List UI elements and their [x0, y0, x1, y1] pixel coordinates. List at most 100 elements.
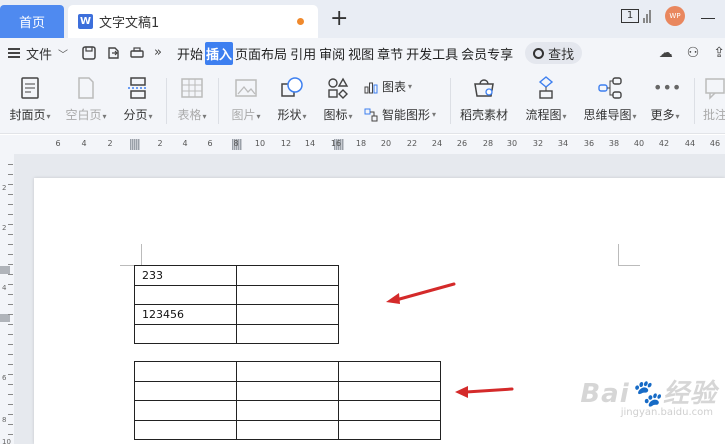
table-cell[interactable] — [134, 361, 237, 382]
cloud-icon[interactable]: ☁ — [659, 45, 673, 61]
table-cell[interactable] — [236, 284, 339, 305]
horizontal-ruler[interactable]: 6 4 2 2 4 6 8 10 12 14 16 18 20 22 24 26 28 30 32 34 36 38 40 4… — [0, 135, 725, 154]
table-cell[interactable] — [338, 361, 441, 382]
table-row — [134, 284, 339, 305]
menu-tab[interactable]: 会员专享 — [460, 42, 514, 65]
menu-tab[interactable]: 视图 — [347, 42, 375, 65]
table-cell[interactable] — [236, 265, 339, 286]
vertical-ruler[interactable]: 2 2 4 6 8 10 — [0, 154, 14, 444]
ruler-tick: 36 — [583, 139, 595, 148]
icon-button[interactable]: 图标▾ — [318, 68, 358, 134]
table-row — [134, 380, 441, 401]
tab-home[interactable]: 首页 — [0, 5, 64, 38]
share-user-icon[interactable]: ⚇ — [687, 45, 700, 61]
search-label: 查找 — [548, 47, 575, 63]
page-break-button[interactable]: 分页▾ — [118, 68, 158, 134]
blank-page-icon — [78, 77, 94, 99]
file-menu-label: 文件 — [26, 47, 53, 63]
annotate-label: 批注 — [702, 108, 725, 122]
baidu-watermark: Bai🐾经验 jingyan.baidu.com — [580, 373, 717, 418]
table-cell[interactable] — [236, 361, 339, 382]
table-cell[interactable] — [134, 323, 237, 344]
watermark-brand-cn: 经验 — [662, 379, 717, 409]
share-icon[interactable]: ⇪ — [713, 45, 725, 61]
more-chevron-icon[interactable]: » — [154, 46, 168, 60]
chart-button[interactable]: 图表 ▾ — [364, 78, 412, 95]
table-cell[interactable] — [338, 380, 441, 401]
vruler-line — [8, 354, 13, 355]
new-tab-button[interactable]: + — [330, 6, 348, 32]
table-cell[interactable] — [134, 400, 237, 421]
menu-tabs: 开始 插入 页面布局 引用 审阅 视图 章节 开发工具 会员专享 — [176, 41, 515, 65]
menu-tab[interactable]: 插入 — [205, 41, 234, 65]
annotate-button[interactable]: 批注 — [700, 68, 725, 134]
vruler-line — [8, 194, 13, 195]
paw-icon: 🐾 — [629, 379, 663, 409]
ruler-tick: 14 — [304, 139, 316, 148]
blank-page-button[interactable]: 空白页▾ — [62, 68, 110, 134]
search-button[interactable]: 查找 — [525, 42, 583, 64]
menu-tab[interactable]: 章节 — [376, 42, 404, 65]
table-cell[interactable] — [236, 304, 339, 325]
table-cell[interactable]: 123456 — [134, 304, 237, 325]
document-table-1[interactable]: 233 123456 — [134, 265, 339, 344]
table-cell[interactable]: 233 — [134, 265, 237, 286]
table-cell[interactable] — [236, 400, 339, 421]
avatar[interactable]: WP — [665, 6, 685, 26]
cover-page-icon — [21, 77, 39, 99]
watermark-url: jingyan.baidu.com — [620, 407, 713, 418]
vruler-line — [8, 264, 13, 265]
table-cell[interactable] — [236, 323, 339, 344]
menu-tab[interactable]: 审阅 — [318, 42, 346, 65]
menu-tab[interactable]: 页面布局 — [234, 42, 288, 65]
shape-button[interactable]: 形状▾ — [272, 68, 312, 134]
table-row — [134, 323, 339, 344]
ruler-tick: 38 — [608, 139, 620, 148]
table-label: 表格▾ — [177, 108, 207, 122]
picture-button[interactable]: 图片▾ — [226, 68, 266, 134]
flowchart-icon — [538, 76, 554, 99]
table-cell[interactable] — [338, 400, 441, 421]
ruler-tick: 24 — [431, 139, 443, 148]
left-indent-marker[interactable] — [130, 139, 140, 150]
save-icon[interactable] — [82, 46, 96, 60]
ruler-tick: 6 — [55, 139, 61, 148]
table-cell[interactable] — [134, 419, 237, 440]
cover-page-button[interactable]: 封面页▾ — [6, 68, 54, 134]
vruler-line — [8, 284, 13, 285]
table-button[interactable]: 表格▾ — [172, 68, 212, 134]
document-table-2[interactable] — [134, 361, 441, 440]
docer-material-button[interactable]: 稻壳素材 — [456, 68, 512, 134]
material-label: 稻壳素材 — [459, 108, 508, 122]
ruler-tick: 34 — [557, 139, 569, 148]
vruler-line — [8, 214, 13, 215]
print-icon[interactable] — [130, 46, 144, 60]
vruler-line — [8, 414, 13, 415]
file-menu[interactable]: 文件 ﹀ — [8, 44, 68, 63]
document-page[interactable]: 233 123456 Bai🐾经验 jingyan.baidu.com — [34, 178, 725, 444]
table-cell[interactable] — [236, 380, 339, 401]
vruler-line — [8, 304, 13, 305]
vruler-tick: 2 — [2, 184, 7, 192]
ruler-tick: 2 — [157, 139, 163, 148]
smart-art-button[interactable]: 智能图形 ▾ — [364, 106, 436, 123]
export-icon[interactable] — [106, 46, 120, 60]
menu-tab[interactable]: 开始 — [176, 42, 204, 65]
menu-tab[interactable]: 开发工具 — [405, 42, 459, 65]
table-row — [134, 419, 441, 440]
ruler-tick: 8 — [233, 139, 239, 148]
flowchart-button[interactable]: 流程图▾ — [520, 68, 572, 134]
menu-tab[interactable]: 引用 — [289, 42, 317, 65]
minimize-icon[interactable] — [701, 17, 715, 19]
table-cell[interactable] — [236, 419, 339, 440]
mindmap-button[interactable]: 思维导图▾ — [578, 68, 642, 134]
window-count-badge[interactable]: 1 — [621, 9, 639, 23]
chart-icon — [364, 82, 378, 93]
ruler-tick: 18 — [355, 139, 367, 148]
table-cell[interactable] — [134, 380, 237, 401]
table-cell[interactable] — [134, 284, 237, 305]
tab-document[interactable]: W 文字文稿1 — [68, 5, 318, 38]
vruler-line — [8, 234, 13, 235]
more-button[interactable]: ••• 更多▾ — [646, 68, 684, 134]
table-cell[interactable] — [338, 419, 441, 440]
